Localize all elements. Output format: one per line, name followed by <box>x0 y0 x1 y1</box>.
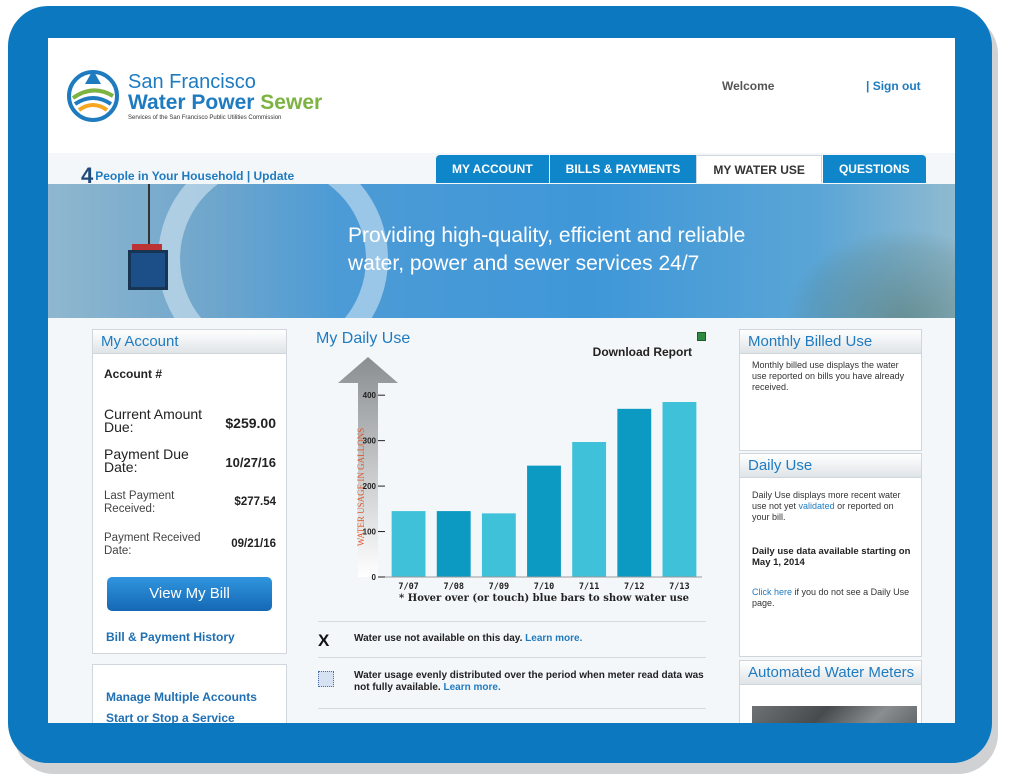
current-amount-row: Current Amount Due: $259.00 <box>104 406 276 435</box>
x-mark-icon: X <box>318 631 330 650</box>
x-tick-label: 7/13 <box>669 582 689 592</box>
chart-bar <box>436 511 471 577</box>
y-tick-label: 0 <box>372 573 377 582</box>
hero-banner: Providing high-quality, efficient and re… <box>48 184 955 318</box>
daily-use-title: My Daily Use <box>316 330 411 347</box>
note-separator-3 <box>318 708 706 709</box>
my-account-panel: My Account Account # Current Amount Due:… <box>92 329 287 654</box>
main-tabs: MY ACCOUNT BILLS & PAYMENTS MY WATER USE… <box>436 155 926 183</box>
daily-use-info-text: Daily Use displays more recent water use… <box>752 490 911 523</box>
tab-my-account[interactable]: MY ACCOUNT <box>436 155 549 183</box>
payment-received-row: Payment Received Date: 09/21/16 <box>104 532 276 558</box>
manage-multiple-accounts-link[interactable]: Manage Multiple Accounts <box>106 690 257 704</box>
banner-tagline: Providing high-quality, efficient and re… <box>348 222 745 278</box>
welcome-text: Welcome <box>722 79 775 93</box>
sign-out-link[interactable]: | Sign out <box>866 79 921 93</box>
view-my-bill-button[interactable]: View My Bill <box>107 577 272 611</box>
learn-more-link-1[interactable]: Learn more. <box>525 633 582 644</box>
monthly-billed-use-title: Monthly Billed Use <box>740 330 921 354</box>
sfpuc-logo-icon <box>67 70 119 122</box>
chart-bar <box>527 465 561 577</box>
crane-rope-graphic <box>148 184 150 246</box>
current-amount-value: $259.00 <box>225 415 276 431</box>
logo-services: Water Power Sewer <box>128 92 322 114</box>
logo-word-water: Water <box>128 91 186 114</box>
logo-city: San Francisco <box>128 71 256 93</box>
account-number-label: Account # <box>104 367 163 381</box>
chart-bar <box>662 402 697 577</box>
my-account-title: My Account <box>93 330 286 354</box>
y-tick-label: 400 <box>363 391 377 400</box>
distributed-note: Water usage evenly distributed over the … <box>318 670 706 694</box>
tab-questions[interactable]: QUESTIONS <box>821 155 926 183</box>
start-stop-service-link[interactable]: Start or Stop a Service <box>106 711 235 723</box>
last-payment-label: Last Payment Received: <box>104 490 175 515</box>
bucket-graphic <box>128 250 168 290</box>
payment-received-value: 09/21/16 <box>231 538 276 550</box>
banner-line-1: Providing high-quality, efficient and re… <box>348 224 746 247</box>
x-tick-label: 7/10 <box>534 582 554 592</box>
logo-tagline: Services of the San Francisco Public Uti… <box>128 115 282 121</box>
not-available-note: X Water use not available on this day. L… <box>318 631 706 650</box>
y-tick-label: 100 <box>363 528 377 537</box>
monthly-billed-use-text: Monthly billed use displays the water us… <box>752 360 905 392</box>
daily-use-info-panel: Daily Use Daily Use displays more recent… <box>739 453 922 657</box>
distributed-text: Water usage evenly distributed over the … <box>354 670 706 694</box>
excel-icon[interactable] <box>697 332 706 341</box>
distributed-text-body: Water usage evenly distributed over the … <box>354 670 704 693</box>
tab-my-water-use[interactable]: MY WATER USE <box>696 155 822 183</box>
y-tick-label: 300 <box>363 437 377 446</box>
x-tick-label: 7/07 <box>398 582 418 592</box>
monthly-billed-use-panel: Monthly Billed Use Monthly billed use di… <box>739 329 922 451</box>
bill-payment-history-link[interactable]: Bill & Payment History <box>106 630 235 644</box>
daily-use-availability: Daily use data available starting on May… <box>752 546 911 568</box>
chart-bar <box>572 442 607 577</box>
automated-water-meters-title: Automated Water Meters <box>740 661 921 685</box>
chart-bar <box>617 408 652 577</box>
hover-note: * Hover over (or touch) blue bars to sho… <box>399 593 689 604</box>
note-separator-1 <box>318 621 706 622</box>
payment-received-label: Payment Received Date: <box>104 532 201 557</box>
household-label: People in Your Household | Update <box>95 169 295 183</box>
site-header: San Francisco Water Power Sewer Services… <box>48 38 955 153</box>
note-separator-2 <box>318 657 706 658</box>
logo-word-sewer: Sewer <box>260 91 323 114</box>
click-here-link[interactable]: Click here <box>752 587 792 597</box>
click-here-text: Click here if you do not see a Daily Use… <box>752 587 911 609</box>
not-available-text-body: Water use not available on this day. <box>354 633 523 644</box>
chart-bar <box>481 513 516 577</box>
payment-due-label: Payment Due Date: <box>104 446 189 475</box>
logo-word-power: Power <box>191 91 255 114</box>
banner-line-2: water, power and sewer services 24/7 <box>348 252 700 275</box>
learn-more-link-2[interactable]: Learn more. <box>443 682 500 693</box>
payment-due-row: Payment Due Date: 10/27/16 <box>104 446 276 475</box>
validated-link[interactable]: validated <box>799 501 835 511</box>
y-tick-label: 200 <box>363 482 377 491</box>
not-available-text: Water use not available on this day. Lea… <box>354 633 582 644</box>
my-daily-use-section: My Daily Use Download Report WATER USAGE… <box>310 327 720 723</box>
tab-bills-payments[interactable]: BILLS & PAYMENTS <box>548 155 697 183</box>
usage-arrow-icon <box>338 357 398 577</box>
payment-due-value: 10/27/16 <box>225 455 276 470</box>
water-meter-photo <box>752 706 917 723</box>
current-amount-label: Current Amount Due: <box>104 406 203 435</box>
chart-bar <box>391 511 426 577</box>
daily-use-chart: WATER USAGE IN GALLONS01002003004007/07 7… <box>338 357 702 604</box>
logo-wordmark[interactable]: San Francisco Water Power Sewer Services… <box>128 72 322 121</box>
x-tick-label: 7/08 <box>443 582 463 592</box>
dotted-square-icon <box>318 671 334 687</box>
x-tick-label: 7/12 <box>624 582 644 592</box>
x-tick-label: 7/09 <box>489 582 509 592</box>
x-tick-label: 7/11 <box>579 582 599 592</box>
web-page: San Francisco Water Power Sewer Services… <box>48 38 955 723</box>
account-services-panel: Manage Multiple Accounts Start or Stop a… <box>92 664 287 723</box>
daily-use-info-title: Daily Use <box>740 454 921 478</box>
last-payment-row: Last Payment Received: $277.54 <box>104 490 276 516</box>
last-payment-value: $277.54 <box>234 496 276 508</box>
hill-graphic <box>785 228 955 318</box>
automated-water-meters-panel: Automated Water Meters <box>739 660 922 723</box>
